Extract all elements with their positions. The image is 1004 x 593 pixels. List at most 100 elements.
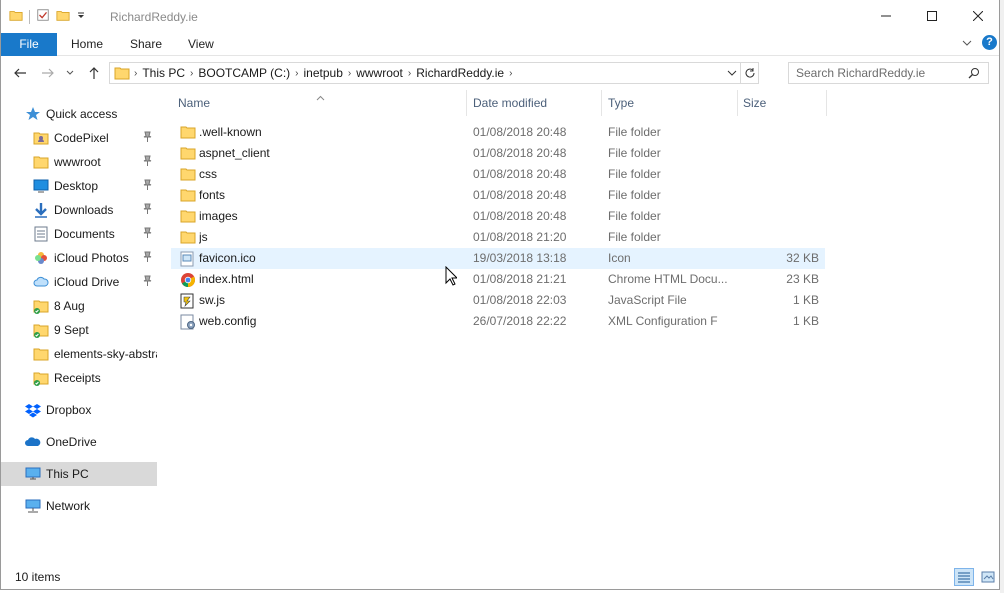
file-size: 1 KB bbox=[792, 293, 819, 307]
sidebar-item[interactable]: Desktop bbox=[1, 174, 157, 198]
sidebar-item[interactable]: 8 Aug bbox=[1, 294, 157, 318]
table-row[interactable]: index.html 01/08/2018 21:21 Chrome HTML Do… bbox=[171, 269, 825, 290]
sidebar-item[interactable]: wwwroot bbox=[1, 150, 157, 174]
address-bar[interactable]: › This PC › BOOTCAMP (C:) › inetpub › ww… bbox=[109, 62, 759, 84]
breadcrumb-wwwroot[interactable]: wwwroot bbox=[351, 66, 408, 80]
breadcrumb-bootcamp[interactable]: BOOTCAMP (C:) bbox=[193, 66, 295, 80]
sidebar-item-label: This PC bbox=[46, 467, 89, 481]
expand-ribbon-button[interactable] bbox=[962, 36, 972, 50]
file-name: js bbox=[199, 230, 208, 244]
date-modified: 19/03/2018 13:18 bbox=[473, 251, 567, 265]
file-type: File folder bbox=[608, 125, 661, 139]
table-row[interactable]: favicon.ico 19/03/2018 13:18 Icon 32 KB bbox=[171, 248, 825, 269]
column-header-type[interactable]: Type bbox=[608, 90, 736, 116]
column-header-name[interactable]: Name bbox=[178, 90, 468, 116]
pin-icon[interactable] bbox=[143, 155, 152, 169]
pin-icon[interactable] bbox=[143, 203, 152, 217]
desktop-icon bbox=[33, 178, 49, 194]
qat-separator bbox=[29, 9, 30, 24]
sidebar-item-label: Dropbox bbox=[46, 403, 92, 417]
file-size: 32 KB bbox=[786, 251, 819, 265]
table-row[interactable]: images 01/08/2018 20:48 File folder bbox=[171, 206, 825, 227]
sidebar-item-label: OneDrive bbox=[46, 435, 97, 449]
search-input[interactable] bbox=[796, 66, 966, 80]
folder-icon bbox=[180, 125, 196, 140]
search-icon[interactable] bbox=[968, 67, 980, 82]
pin-icon[interactable] bbox=[143, 131, 152, 145]
table-row[interactable]: css 01/08/2018 20:48 File folder bbox=[171, 164, 825, 185]
sidebar-item[interactable]: 9 Sept bbox=[1, 318, 157, 342]
maximize-button[interactable] bbox=[909, 0, 955, 32]
up-button[interactable] bbox=[85, 65, 103, 81]
refresh-icon bbox=[745, 68, 755, 78]
sidebar-item[interactable]: iCloud Photos bbox=[1, 246, 157, 270]
large-icons-view-button[interactable] bbox=[978, 568, 998, 586]
sidebar-item[interactable]: Documents bbox=[1, 222, 157, 246]
arrow-up-icon bbox=[89, 67, 99, 79]
pin-icon[interactable] bbox=[143, 251, 152, 265]
column-divider[interactable] bbox=[737, 90, 738, 116]
address-dropdown-button[interactable] bbox=[724, 63, 740, 83]
chevron-down-icon bbox=[962, 40, 972, 46]
file-name: sw.js bbox=[199, 293, 226, 307]
column-divider[interactable] bbox=[601, 90, 602, 116]
sidebar-item-label: Network bbox=[46, 499, 91, 513]
chevron-right-icon[interactable]: › bbox=[509, 68, 512, 79]
new-folder-icon[interactable] bbox=[56, 8, 70, 25]
explorer-window: RichardReddy.ie File Home Share View ? ›… bbox=[0, 0, 1000, 590]
file-type: Icon bbox=[608, 251, 631, 265]
details-view-button[interactable] bbox=[954, 568, 974, 586]
recent-locations-button[interactable] bbox=[64, 65, 76, 81]
close-button[interactable] bbox=[955, 0, 999, 32]
column-divider[interactable] bbox=[466, 90, 467, 116]
table-row[interactable]: sw.js 01/08/2018 22:03 JavaScript File 1 KB bbox=[171, 290, 825, 311]
sidebar-item[interactable]: This PC bbox=[1, 462, 157, 486]
sidebar-item[interactable]: elements-sky-abstra bbox=[1, 342, 157, 366]
breadcrumb-richardreddy[interactable]: RichardReddy.ie bbox=[411, 66, 509, 80]
tab-share[interactable]: Share bbox=[130, 33, 162, 56]
table-row[interactable]: web.config 26/07/2018 22:22 XML Configurat… bbox=[171, 311, 825, 332]
column-divider[interactable] bbox=[826, 90, 827, 116]
table-row[interactable]: js 01/08/2018 21:20 File folder bbox=[171, 227, 825, 248]
minimize-button[interactable] bbox=[863, 0, 909, 32]
breadcrumb-inetpub[interactable]: inetpub bbox=[299, 66, 348, 80]
search-box[interactable] bbox=[788, 62, 989, 84]
forward-button[interactable] bbox=[39, 65, 57, 81]
sidebar-item[interactable]: Downloads bbox=[1, 198, 157, 222]
ico-file-icon bbox=[180, 251, 196, 267]
customize-qat-icon[interactable] bbox=[76, 10, 86, 24]
tab-home[interactable]: Home bbox=[71, 33, 103, 56]
sidebar-item-label: Receipts bbox=[54, 371, 101, 385]
back-button[interactable] bbox=[11, 65, 29, 81]
synced-folder-icon bbox=[33, 322, 49, 338]
sidebar-item[interactable]: Quick access bbox=[1, 102, 157, 126]
pin-icon[interactable] bbox=[143, 227, 152, 241]
column-header-size[interactable]: Size bbox=[743, 90, 823, 116]
pin-icon[interactable] bbox=[143, 179, 152, 193]
sidebar-item-label: iCloud Photos bbox=[54, 251, 129, 265]
sidebar-item[interactable]: Dropbox bbox=[1, 398, 157, 422]
sidebar-item[interactable]: iCloud Drive bbox=[1, 270, 157, 294]
file-name: favicon.ico bbox=[199, 251, 256, 265]
folder-icon bbox=[9, 8, 23, 25]
column-header-date[interactable]: Date modified bbox=[473, 90, 601, 116]
pin-icon[interactable] bbox=[143, 275, 152, 289]
file-type: File folder bbox=[608, 230, 661, 244]
sidebar-item[interactable]: CodePixel bbox=[1, 126, 157, 150]
refresh-button[interactable] bbox=[740, 63, 758, 83]
tab-file[interactable]: File bbox=[1, 33, 57, 56]
file-type: File folder bbox=[608, 188, 661, 202]
table-row[interactable]: aspnet_client 01/08/2018 20:48 File folder bbox=[171, 143, 825, 164]
properties-icon[interactable] bbox=[36, 8, 50, 25]
table-row[interactable]: .well-known 01/08/2018 20:48 File folder bbox=[171, 122, 825, 143]
breadcrumb-this-pc[interactable]: This PC bbox=[137, 66, 190, 80]
file-name: images bbox=[199, 209, 238, 223]
sidebar-item[interactable]: Receipts bbox=[1, 366, 157, 390]
sidebar-item[interactable]: Network bbox=[1, 494, 157, 518]
file-size bbox=[738, 122, 819, 143]
sidebar-item[interactable]: OneDrive bbox=[1, 430, 157, 454]
help-button[interactable]: ? bbox=[982, 35, 997, 50]
table-row[interactable]: fonts 01/08/2018 20:48 File folder bbox=[171, 185, 825, 206]
tab-view[interactable]: View bbox=[188, 33, 214, 56]
file-size: 1 KB bbox=[792, 314, 819, 328]
